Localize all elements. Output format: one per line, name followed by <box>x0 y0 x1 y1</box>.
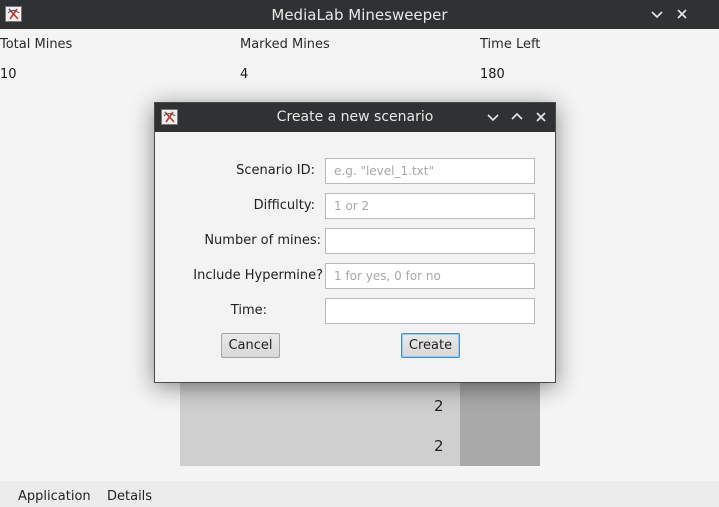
board-cell[interactable] <box>180 382 460 424</box>
chevron-down-icon <box>487 114 499 122</box>
menu-item-details[interactable]: Details <box>107 489 152 504</box>
menu-item-application[interactable]: Application <box>18 489 91 504</box>
total-mines-value: 10 <box>0 67 17 82</box>
dialog-maximize-button[interactable] <box>508 108 526 126</box>
cancel-button[interactable]: Cancel <box>221 333 280 358</box>
menu-bar: Application Details <box>0 481 719 507</box>
scenario-id-label: Scenario ID: <box>236 163 315 178</box>
number-of-mines-input[interactable] <box>325 228 535 254</box>
main-titlebar[interactable]: MediaLab Minesweeper <box>0 0 719 29</box>
chevron-up-icon <box>511 112 523 120</box>
dialog-minimize-button[interactable] <box>484 108 502 126</box>
window-title: MediaLab Minesweeper <box>271 6 448 24</box>
number-of-mines-label: Number of mines: <box>204 233 321 248</box>
minimize-button[interactable] <box>648 5 666 23</box>
chevron-down-icon <box>651 11 663 19</box>
dialog-titlebar[interactable]: Create a new scenario <box>155 103 555 132</box>
game-board: 2 2 <box>180 382 540 466</box>
marked-mines-label: Marked Mines <box>240 37 330 52</box>
close-icon <box>536 112 546 122</box>
time-left-label: Time Left <box>480 37 541 52</box>
total-mines-label: Total Mines <box>0 37 73 52</box>
cell-number: 2 <box>434 437 444 455</box>
create-scenario-dialog: Create a new scenario Scenario ID: Diffi… <box>154 102 556 383</box>
time-input[interactable] <box>325 298 535 324</box>
board-cell[interactable] <box>180 424 460 466</box>
close-icon <box>677 9 687 19</box>
marked-mines-value: 4 <box>240 67 249 82</box>
cell-number: 2 <box>434 397 444 415</box>
create-button[interactable]: Create <box>401 333 460 358</box>
close-button[interactable] <box>673 5 691 23</box>
time-left-value: 180 <box>480 67 505 82</box>
difficulty-input[interactable] <box>325 193 535 219</box>
include-hypermine-input[interactable] <box>325 263 535 289</box>
include-hypermine-label: Include Hypermine? <box>193 268 323 283</box>
scenario-id-input[interactable] <box>325 158 535 184</box>
dialog-close-button[interactable] <box>532 108 550 126</box>
time-label: Time: <box>230 303 267 318</box>
difficulty-label: Difficulty: <box>253 198 315 213</box>
board-cell[interactable] <box>460 382 540 424</box>
board-cell[interactable] <box>460 424 540 466</box>
